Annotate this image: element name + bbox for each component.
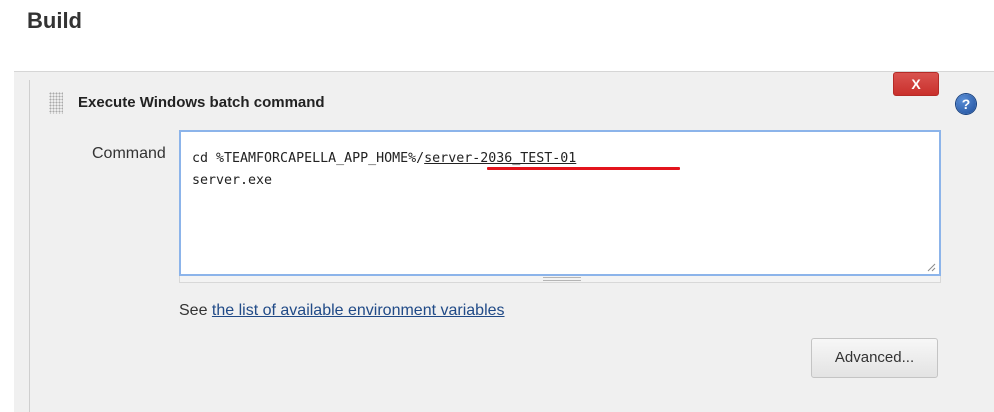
annotation-underline	[487, 167, 680, 170]
textarea-resize-handle[interactable]	[179, 276, 941, 283]
env-help-prefix: See	[179, 302, 212, 319]
command-label: Command	[92, 145, 166, 162]
resize-corner-icon[interactable]	[926, 262, 936, 272]
env-variables-link[interactable]: the list of available environment variab…	[212, 302, 505, 319]
delete-step-button[interactable]: X	[893, 72, 939, 96]
env-variables-help: See the list of available environment va…	[179, 302, 505, 320]
build-step-title: Execute Windows batch command	[78, 94, 325, 111]
command-line-2: server.exe	[192, 173, 273, 188]
panel-divider	[29, 80, 30, 412]
section-title: Build	[27, 8, 82, 33]
jenkins-build-config: Build Execute Windows batch command X ? …	[0, 0, 994, 412]
command-line-1-target: server-2036_TEST-01	[424, 151, 577, 166]
drag-handle-icon[interactable]	[49, 92, 63, 114]
command-line-1-prefix: cd %TEAMFORCAPELLA_APP_HOME%/	[192, 151, 425, 166]
question-icon[interactable]: ?	[956, 94, 976, 114]
advanced-button[interactable]: Advanced...	[811, 338, 938, 378]
command-textarea[interactable]: cd %TEAMFORCAPELLA_APP_HOME%/server-2036…	[179, 130, 941, 276]
grip-lines-icon	[543, 277, 581, 281]
